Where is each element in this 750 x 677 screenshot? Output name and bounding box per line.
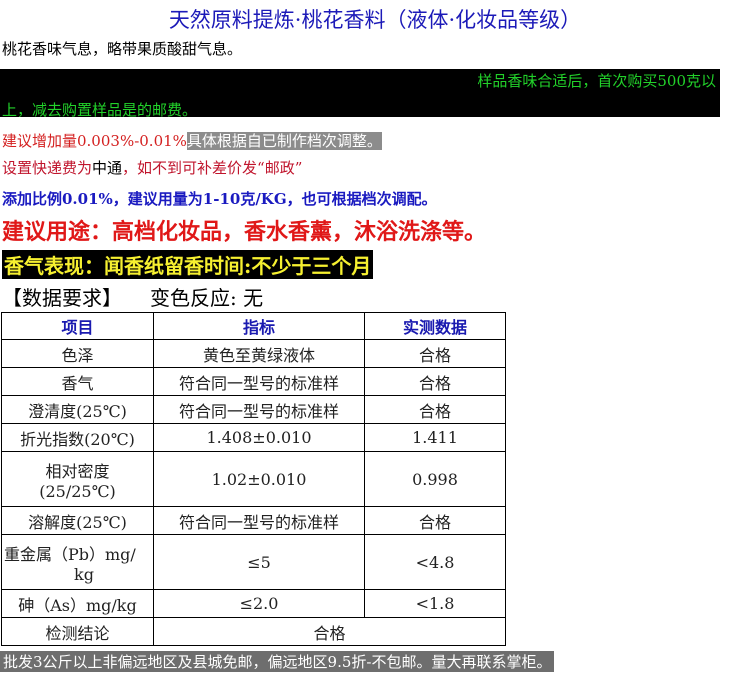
- row-item: 溶解度(25℃): [1, 506, 154, 535]
- row-result: 1.411: [364, 423, 506, 452]
- shipping-part1: 设置快递费为: [2, 159, 93, 177]
- row-spec: 1.408±0.010: [153, 423, 365, 452]
- row-result: 合格: [364, 339, 506, 368]
- aroma-note: 香气表现：闻香纸留香时间:不少于三个月: [2, 250, 374, 279]
- dosage-adjust: 具体根据自已制作档次调整。: [186, 132, 382, 150]
- column-header-result: 实测数据: [364, 312, 506, 340]
- row-item-line1: 重金属（Pb）mg/: [4, 544, 136, 564]
- table-row: 砷（As）mg/kg ≤2.0 <1.8: [1, 589, 506, 618]
- row-result: <4.8: [364, 534, 506, 590]
- row-result: 合格: [364, 506, 506, 535]
- table-row-conclusion: 检测结论 合格: [1, 617, 506, 646]
- shipping-part3: ，如不到可补差价发“邮政”: [122, 159, 303, 177]
- row-spec: 符合同一型号的标准样: [153, 395, 365, 424]
- spec-heading-left: 【数据要求】: [2, 286, 122, 310]
- row-result: 合格: [364, 367, 506, 396]
- row-item: 色泽: [1, 339, 154, 368]
- row-item: 重金属（Pb）mg/kg: [1, 534, 154, 590]
- table-row: 溶解度(25℃) 符合同一型号的标准样 合格: [1, 506, 506, 535]
- conclusion-label: 检测结论: [1, 617, 154, 646]
- row-item: 香气: [1, 367, 154, 396]
- row-spec: 符合同一型号的标准样: [153, 506, 365, 535]
- footer-note: 批发3公斤以上非偏远地区及县城免邮，偏远地区9.5折-不包邮。量大再联系掌柜。: [0, 651, 555, 672]
- row-result: 0.998: [364, 451, 506, 507]
- spec-heading: 【数据要求】 变色反应: 无: [2, 282, 263, 311]
- spec-heading-right: 变色反应: 无: [150, 286, 264, 310]
- page-title: 天然原料提炼·桃花香料（液体·化妆品等级）: [168, 8, 582, 32]
- table-header-row: 项目 指标 实测数据: [1, 312, 506, 340]
- intro-text: 桃花香味气息，略带果质酸甜气息。: [2, 40, 243, 58]
- row-result: <1.8: [364, 589, 506, 618]
- column-header-spec: 指标: [153, 312, 365, 340]
- table-row: 重金属（Pb）mg/kg ≤5 <4.8: [1, 534, 506, 590]
- row-item-line1: 相对密度: [45, 461, 110, 481]
- row-item: 折光指数(20℃): [1, 423, 154, 452]
- usage-note: 建议用途：高档化妆品，香水香薰，沐浴洗涤等。: [2, 219, 487, 245]
- sample-notice-line2: 上，减去购置样品是的邮费。: [2, 101, 198, 119]
- sample-notice-line1: 样品香味合适后，首次购买500克以: [477, 72, 716, 90]
- row-spec: ≤5: [153, 534, 365, 590]
- table-row: 色泽 黄色至黄绿液体 合格: [1, 339, 506, 368]
- row-item-line2: (25/25℃): [39, 481, 116, 501]
- conclusion-value: 合格: [153, 617, 506, 646]
- shipping-carrier: 中通: [92, 159, 123, 177]
- row-item: 砷（As）mg/kg: [1, 589, 154, 618]
- table-row: 澄清度(25℃) 符合同一型号的标准样 合格: [1, 395, 506, 424]
- dosage-note: 建议增加量0.003%-0.01%具体根据自已制作档次调整。: [2, 130, 382, 151]
- column-header-item: 项目: [1, 312, 154, 340]
- shipping-note: 设置快递费为中通，如不到可补差价发“邮政”: [2, 157, 302, 178]
- ratio-note: 添加比例0.01%，建议用量为1-10克/KG，也可根据档次调配。: [2, 188, 437, 209]
- table-row: 相对密度 (25/25℃) 1.02±0.010 0.998: [1, 451, 506, 507]
- spec-table: 项目 指标 实测数据 色泽 黄色至黄绿液体 合格 香气 符合同一型号的标准样 合…: [1, 312, 506, 646]
- row-item-line2: kg: [74, 564, 94, 584]
- row-spec: 黄色至黄绿液体: [153, 339, 365, 368]
- row-item: 澄清度(25℃): [1, 395, 154, 424]
- row-spec: ≤2.0: [153, 589, 365, 618]
- table-row: 香气 符合同一型号的标准样 合格: [1, 367, 506, 396]
- dosage-amount: 建议增加量0.003%-0.01%: [2, 132, 187, 150]
- row-spec: 符合同一型号的标准样: [153, 367, 365, 396]
- table-row: 折光指数(20℃) 1.408±0.010 1.411: [1, 423, 506, 452]
- row-result: 合格: [364, 395, 506, 424]
- row-item: 相对密度 (25/25℃): [1, 451, 154, 507]
- row-spec: 1.02±0.010: [153, 451, 365, 507]
